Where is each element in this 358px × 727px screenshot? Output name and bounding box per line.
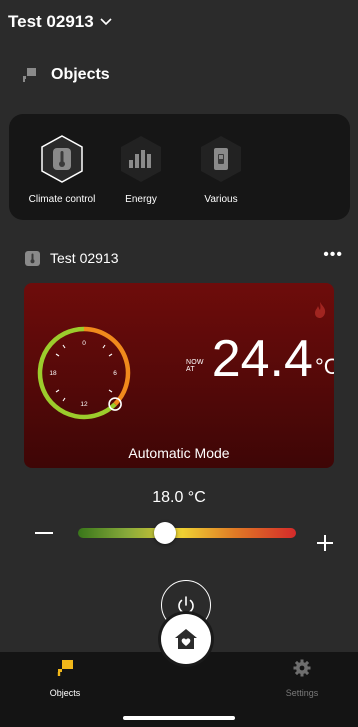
thermometer-icon <box>39 134 85 184</box>
category-climate-control[interactable]: Climate control <box>22 134 102 205</box>
tab-objects[interactable]: Objects <box>25 658 105 698</box>
decrease-button[interactable] <box>35 532 53 534</box>
device-header: Test 02913 ••• <box>25 246 345 266</box>
current-temperature: NOW AT 24.4 °C <box>186 333 334 385</box>
dial-label-12: 12 <box>80 401 88 408</box>
setpoint-value: 18.0 °C <box>152 489 206 506</box>
category-label: Climate control <box>28 194 96 205</box>
home-favorites-button[interactable] <box>161 614 211 664</box>
chevron-down-icon <box>100 18 112 26</box>
objects-icon <box>23 68 36 82</box>
category-label: Various <box>204 194 238 205</box>
current-temp-value: 24.4 <box>211 330 313 388</box>
switch-icon <box>198 134 244 184</box>
tab-settings[interactable]: Settings <box>262 658 342 698</box>
tab-label: Objects <box>49 688 81 698</box>
mode-label: Automatic Mode <box>128 445 230 461</box>
home-heart-icon <box>175 629 197 649</box>
energy-bars-icon <box>118 134 164 184</box>
page-title: Test 02913 <box>8 12 94 31</box>
dial-label-18: 18 <box>49 370 57 377</box>
dial-label-0: 0 <box>82 340 86 347</box>
home-indicator <box>123 716 235 720</box>
climate-card[interactable]: 0 6 12 18 NOW AT 24.4 °C Automatic Mode <box>24 283 334 468</box>
category-energy[interactable]: Energy <box>101 134 181 205</box>
power-icon <box>178 596 194 614</box>
category-various[interactable]: Various <box>181 134 261 205</box>
setpoint-slider[interactable] <box>78 528 296 538</box>
current-temp-unit: °C <box>314 354 334 379</box>
thermometer-icon <box>25 250 40 266</box>
increase-button-vertical[interactable] <box>324 535 326 551</box>
objects-icon <box>57 660 73 676</box>
dial-arc-orange <box>83 326 131 406</box>
device-name: Test 02913 <box>50 250 119 266</box>
more-options-button[interactable]: ••• <box>323 246 343 264</box>
dial-label-6: 6 <box>113 370 117 377</box>
gear-icon <box>293 659 311 677</box>
setpoint-slider-knob[interactable] <box>154 522 177 544</box>
now-at-label: NOW AT <box>186 359 204 373</box>
flame-icon <box>315 302 326 318</box>
objects-section-header: Objects <box>21 66 110 84</box>
category-label: Energy <box>125 194 157 205</box>
category-panel: Climate control Energy Various <box>9 114 350 220</box>
section-title: Objects <box>51 66 110 83</box>
page-title-dropdown[interactable]: Test 02913 <box>8 12 112 32</box>
temperature-dial[interactable]: 0 6 12 18 <box>34 323 134 423</box>
tab-label: Settings <box>285 688 319 698</box>
